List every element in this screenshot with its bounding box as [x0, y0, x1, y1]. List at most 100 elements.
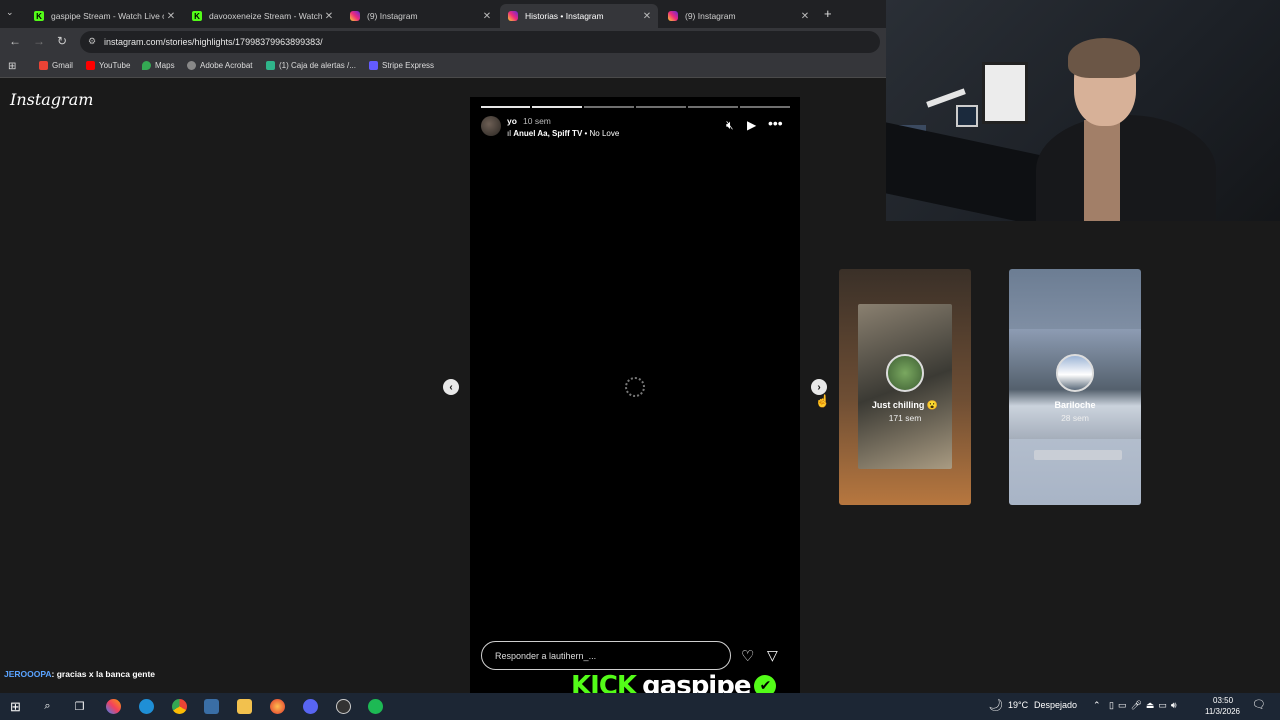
site-info-icon[interactable]: ⚙ — [88, 36, 96, 47]
spotify-icon[interactable] — [368, 699, 383, 714]
search-icon[interactable]: ⌕ — [40, 699, 55, 714]
wall-poster — [982, 62, 1028, 124]
highlight-title: Bariloche — [1054, 400, 1096, 410]
instagram-logo[interactable]: Instagram — [10, 90, 93, 109]
youtube-icon — [86, 61, 95, 70]
share-icon[interactable]: ▽ — [767, 647, 778, 664]
task-view-icon[interactable]: ❐ — [72, 699, 87, 714]
chrome-icon[interactable] — [172, 699, 187, 714]
weather-temp[interactable]: 19°C — [1008, 700, 1028, 710]
bookmarks-bar: ⊞ Gmail YouTube Maps Adobe Acrobat (1) C… — [0, 56, 886, 78]
streamer-body — [1036, 115, 1216, 221]
tab-instagram-2[interactable]: (9) Instagram ✕ — [660, 4, 816, 28]
story-progress-segment — [584, 106, 634, 108]
streamer-hair — [1068, 38, 1140, 78]
bookmark-gmail[interactable]: Gmail — [39, 61, 73, 70]
edge-icon[interactable] — [139, 699, 154, 714]
store-icon[interactable] — [204, 699, 219, 714]
webcam-overlay — [886, 0, 1280, 221]
kick-icon: K — [192, 11, 202, 21]
story-progress-segment — [532, 106, 582, 108]
clock-date[interactable]: 11/3/2026 — [1205, 707, 1240, 716]
obs-icon[interactable] — [336, 699, 351, 714]
bookmark-maps[interactable]: Maps — [142, 61, 175, 70]
avatar[interactable] — [481, 116, 501, 136]
browser-toolbar: ← → ↻ ⚙ instagram.com/stories/highlights… — [0, 28, 886, 56]
close-icon[interactable]: ✕ — [164, 11, 178, 22]
instagram-icon — [668, 11, 678, 21]
close-icon[interactable]: ✕ — [480, 11, 494, 22]
alerts-icon — [266, 61, 275, 70]
story-progress-segment — [481, 106, 530, 108]
gmail-icon — [39, 61, 48, 70]
firefox-icon[interactable] — [270, 699, 285, 714]
clock-time[interactable]: 03:50 — [1213, 696, 1233, 705]
story-progress-segment — [688, 106, 738, 108]
close-icon[interactable]: ✕ — [322, 11, 336, 22]
weather-moon-icon: 🌙︎ — [988, 698, 1004, 712]
tray-chevron-icon[interactable]: ⌃ — [1093, 700, 1101, 711]
chat-text: : gracias x la banca gente — [51, 669, 156, 679]
more-options-icon[interactable]: ••• — [768, 115, 783, 131]
kick-icon: K — [34, 11, 44, 21]
story-timestamp: 10 sem — [523, 116, 551, 126]
streamer-arm — [1084, 120, 1120, 221]
back-arrow-icon[interactable]: ← — [9, 34, 21, 48]
weather-description[interactable]: Despejado — [1034, 700, 1077, 710]
story-username[interactable]: yo — [507, 116, 517, 126]
bookmark-caja-de-alertas[interactable]: (1) Caja de alertas /... — [266, 61, 356, 70]
mute-icon[interactable]: 🔇︎ — [726, 118, 734, 133]
url-text: instagram.com/stories/highlights/1799837… — [104, 37, 323, 47]
play-icon[interactable]: ▶ — [747, 118, 756, 132]
apps-grid-icon[interactable]: ⊞ — [8, 61, 16, 72]
copilot-icon[interactable] — [106, 699, 121, 714]
bookmark-youtube[interactable]: YouTube — [86, 61, 130, 70]
browser-tab-bar: ⌄ K gaspipe Stream - Watch Live o ✕ K da… — [0, 0, 886, 28]
highlight-avatar — [886, 354, 924, 392]
discord-icon[interactable] — [303, 699, 318, 714]
instagram-icon — [508, 11, 518, 21]
wall-frame — [956, 105, 978, 127]
file-explorer-icon[interactable] — [237, 699, 252, 714]
tab-davooxeneize[interactable]: K davooxeneize Stream - Watch L ✕ — [184, 4, 340, 28]
mouse-cursor-icon: ☝ — [815, 394, 830, 408]
highlight-avatar — [1056, 354, 1094, 392]
highlight-preview-just-chilling[interactable]: Just chilling 😮 171 sem — [839, 269, 971, 505]
forward-arrow-icon[interactable]: → — [33, 34, 45, 48]
highlight-preview-bariloche[interactable]: Bariloche 28 sem — [1009, 269, 1141, 505]
instagram-icon — [350, 11, 360, 21]
story-progress-segment — [636, 106, 686, 108]
highlight-time: 171 sem — [888, 413, 922, 423]
previous-story-button[interactable]: ‹ — [443, 379, 459, 395]
story-music[interactable]: ıl Anuel Aa, Spiff TV • No Love — [507, 129, 619, 138]
next-story-button[interactable]: › — [811, 379, 827, 395]
bookmark-adobe-acrobat[interactable]: Adobe Acrobat — [187, 61, 252, 70]
windows-start-icon[interactable]: ⊞ — [8, 699, 23, 714]
heart-icon[interactable]: ♡ — [741, 647, 754, 665]
loading-spinner-icon — [625, 377, 645, 397]
story-viewer[interactable]: yo 10 sem ıl Anuel Aa, Spiff TV • No Lov… — [470, 97, 800, 693]
tab-search-button[interactable]: ⌄ — [6, 7, 14, 18]
location-sticker — [1034, 450, 1122, 460]
windows-taskbar: ⊞ ⌕ ❐ 🌙︎ 19°C Despejado ⌃ ▯▭🎤︎⏏▭🔊︎ 03:50… — [0, 693, 1280, 720]
address-bar[interactable]: ⚙ instagram.com/stories/highlights/17998… — [80, 31, 880, 53]
reload-icon[interactable]: ↻ — [57, 34, 67, 48]
tab-instagram-1[interactable]: (9) Instagram ✕ — [342, 4, 498, 28]
stripe-icon — [369, 61, 378, 70]
chat-message: JEROOOPA: gracias x la banca gente — [4, 669, 155, 679]
notification-icon[interactable]: 🗨︎ — [1252, 698, 1266, 711]
highlight-title: Just chilling 😮 — [871, 400, 939, 410]
chat-username: JEROOOPA — [4, 669, 52, 679]
story-progress-segment — [740, 106, 790, 108]
new-tab-button[interactable]: + — [824, 6, 832, 21]
highlight-time: 28 sem — [1061, 413, 1089, 423]
reply-input[interactable]: Responder a lautihern_... — [481, 641, 731, 670]
maps-icon — [142, 61, 151, 70]
close-icon[interactable]: ✕ — [798, 11, 812, 22]
tab-historias-instagram[interactable]: Historias • Instagram ✕ — [500, 4, 658, 28]
close-icon[interactable]: ✕ — [640, 11, 654, 22]
acrobat-icon — [187, 61, 196, 70]
tray-icons[interactable]: ▯▭🎤︎⏏▭🔊︎ — [1109, 700, 1181, 711]
tab-gaspipe[interactable]: K gaspipe Stream - Watch Live o ✕ — [26, 4, 182, 28]
bookmark-stripe-express[interactable]: Stripe Express — [369, 61, 434, 70]
